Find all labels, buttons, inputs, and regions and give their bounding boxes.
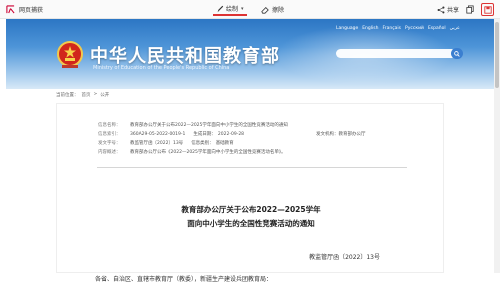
lang-link-french[interactable]: Français <box>382 26 401 31</box>
draw-tool-button[interactable]: 绘制 ▾ <box>213 3 247 16</box>
breadcrumb-sep: > <box>93 92 98 97</box>
copy-icon[interactable] <box>466 5 474 14</box>
breadcrumb-label: 当前位置： <box>56 93 79 98</box>
chevron-down-icon[interactable]: ▾ <box>241 6 244 12</box>
site-search-button[interactable] <box>451 48 463 59</box>
save-icon <box>483 5 492 14</box>
eraser-icon <box>261 6 269 14</box>
addressee: 各省、自治区、直辖市教育厅（教委），新疆生产建设兵团教育局： <box>95 276 273 283</box>
document-number: 教监管厅函〔2022〕13号 <box>309 254 380 261</box>
erase-label: 擦除 <box>272 7 285 14</box>
breadcrumb-home[interactable]: 首页 <box>82 92 91 98</box>
site-search-input[interactable] <box>336 49 456 58</box>
document-title-line1: 教育部办公厅关于公布2022—2025学年 <box>181 205 321 214</box>
meta-row: 发文字号： 教监管厅函〔2022〕13号 信息类别： 基础教育 <box>98 141 234 146</box>
app-title: 网页捕获 <box>19 6 44 14</box>
draw-label: 绘制 <box>226 6 239 13</box>
captured-page: 中华人民共和国教育部 Ministry of Education of the … <box>0 19 500 283</box>
breadcrumb: 当前位置： 首页 > 公开 <box>56 92 109 98</box>
document-title-line2: 面向中小学生的全国性竞赛活动的通知 <box>187 219 315 228</box>
lang-link-english[interactable]: English <box>362 26 378 31</box>
meta-row: 信息名称： 教育部办公厅关于公布2022—2025学年面向中小学生的全国性竞赛活… <box>98 123 288 128</box>
lang-link-spanish[interactable]: Español <box>428 26 446 31</box>
meta-row: 信息索引： 360A29-05-2022-0019-1 生成日期： 2022-0… <box>98 132 366 137</box>
share-icon <box>437 6 445 13</box>
save-button[interactable] <box>481 3 494 16</box>
capture-toolbar: 网页捕获 绘制 ▾ 擦除 共享 <box>0 0 500 19</box>
moe-webpage: 中华人民共和国教育部 Ministry of Education of the … <box>6 19 494 283</box>
search-icon <box>454 50 460 57</box>
pen-icon <box>217 5 224 12</box>
document-metadata: 信息名称： 教育部办公厅关于公布2022—2025学年面向中小学生的全国性竞赛活… <box>98 121 398 157</box>
vertical-scrollbar[interactable] <box>494 19 500 273</box>
scrollbar-thumb[interactable] <box>495 22 499 88</box>
breadcrumb-public[interactable]: 公开 <box>100 92 109 98</box>
language-links: Language English Français Русский Españo… <box>336 26 460 31</box>
share-button[interactable]: 共享 <box>437 5 459 14</box>
lang-link-arabic[interactable]: عربي <box>450 26 460 31</box>
erase-tool-button[interactable]: 擦除 <box>261 3 284 16</box>
divider <box>97 167 407 168</box>
lang-label: Language <box>336 26 359 31</box>
meta-row: 内容概述： 教育部办公厅公布《2022—2025学年面向中小学生的全国性竞赛活动… <box>98 150 286 155</box>
right-toolbar: 共享 <box>437 2 494 17</box>
national-emblem-icon <box>57 41 83 68</box>
site-title-en: Ministry of Education of the People's Re… <box>93 65 230 71</box>
article-content: 信息名称： 教育部办公厅关于公布2022—2025学年面向中小学生的全国性竞赛活… <box>56 103 444 283</box>
site-banner: 中华人民共和国教育部 Ministry of Education of the … <box>6 19 494 89</box>
web-capture-icon <box>6 4 15 13</box>
lang-link-russian[interactable]: Русский <box>405 26 424 31</box>
share-label: 共享 <box>446 7 459 14</box>
